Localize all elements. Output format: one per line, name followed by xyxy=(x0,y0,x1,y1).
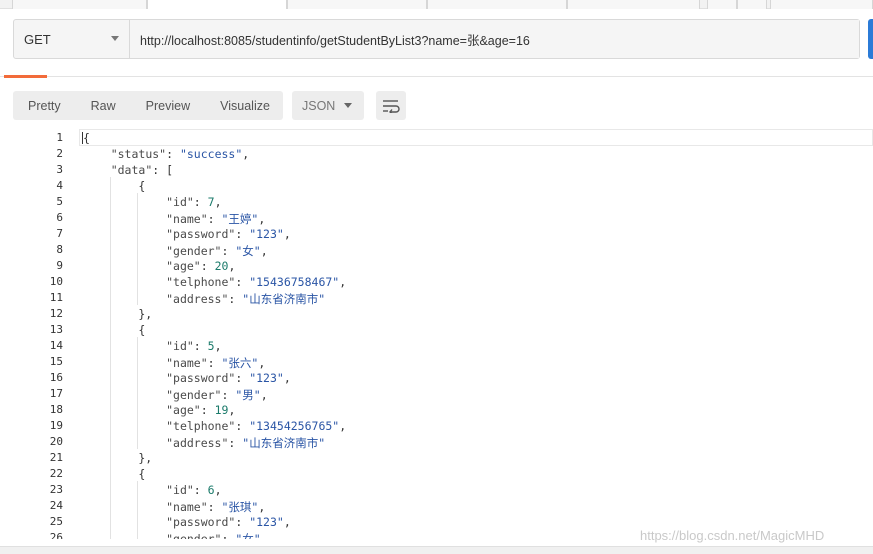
code-line: "name": "张六", xyxy=(166,356,266,370)
line-number: 17 xyxy=(49,387,63,400)
view-tab-preview[interactable]: Preview xyxy=(131,91,205,120)
code-line: "age": 19, xyxy=(166,403,236,417)
line-number: 11 xyxy=(49,291,63,304)
code-line: "address": "山东省济南市" xyxy=(166,436,326,450)
request-tab[interactable] xyxy=(707,0,737,9)
format-select[interactable]: JSON xyxy=(292,91,364,120)
code-line: }, xyxy=(83,451,153,465)
code-line: "password": "123", xyxy=(166,515,291,529)
code-line: "address": "山东省济南市" xyxy=(166,292,326,306)
request-tab[interactable] xyxy=(427,0,567,9)
line-number: 8 xyxy=(56,243,63,256)
line-number: 1 xyxy=(56,131,63,144)
request-tab[interactable] xyxy=(770,0,873,9)
code-line: "id": 7, xyxy=(166,195,222,209)
line-number: 26 xyxy=(49,531,63,539)
send-button[interactable] xyxy=(868,19,873,59)
code-line: "id": 5, xyxy=(166,339,222,353)
line-number: 3 xyxy=(56,163,63,176)
line-number: 19 xyxy=(49,419,63,432)
code-line: "gender": "男", xyxy=(166,388,268,402)
url-input[interactable]: http://localhost:8085/studentinfo/getStu… xyxy=(130,20,859,58)
line-number: 22 xyxy=(49,467,63,480)
request-tab[interactable] xyxy=(567,0,700,9)
code-line: "name": "王婷", xyxy=(166,212,266,226)
line-number: 23 xyxy=(49,483,63,496)
code-line: "telphone": "15436758467", xyxy=(166,275,347,289)
code-line: "telphone": "13454256765", xyxy=(166,419,347,433)
chevron-down-icon xyxy=(111,36,119,41)
code-line: "name": "张琪", xyxy=(166,500,266,514)
method-select[interactable]: GET xyxy=(14,20,130,58)
view-tab-visualize[interactable]: Visualize xyxy=(205,91,285,120)
code-line: "age": 20, xyxy=(166,259,236,273)
request-tab-active[interactable] xyxy=(147,0,287,9)
line-number: 20 xyxy=(49,435,63,448)
line-number: 25 xyxy=(49,515,63,528)
watermark: https://blog.csdn.net/MagicMHD xyxy=(640,528,825,543)
request-bar: GET http://localhost:8085/studentinfo/ge… xyxy=(13,19,860,59)
code-line: "password": "123", xyxy=(166,371,291,385)
active-section-indicator xyxy=(4,75,47,78)
line-number: 4 xyxy=(56,179,63,192)
code-line: "status": "success", xyxy=(110,147,250,161)
line-number: 16 xyxy=(49,371,63,384)
line-number: 10 xyxy=(49,275,63,288)
line-number: 13 xyxy=(49,323,63,336)
response-view-tabs: Pretty Raw Preview Visualize xyxy=(13,91,283,120)
line-number: 15 xyxy=(49,355,63,368)
line-number: 5 xyxy=(56,195,63,208)
request-tab[interactable] xyxy=(737,0,767,9)
view-tab-pretty[interactable]: Pretty xyxy=(13,91,76,120)
line-number: 7 xyxy=(56,227,63,240)
bottom-status-strip xyxy=(0,546,873,554)
wrap-lines-icon xyxy=(383,99,400,113)
request-tab[interactable] xyxy=(287,0,427,9)
line-number: 21 xyxy=(49,451,63,464)
line-number: 2 xyxy=(56,147,63,160)
line-number: 12 xyxy=(49,307,63,320)
code-line: { xyxy=(83,467,146,481)
request-tab[interactable] xyxy=(12,0,147,9)
line-number: 6 xyxy=(56,211,63,224)
current-line-highlight xyxy=(79,129,873,146)
code-line: "id": 6, xyxy=(166,483,222,497)
code-line: }, xyxy=(83,307,153,321)
view-tab-raw[interactable]: Raw xyxy=(76,91,131,120)
code-line: { xyxy=(83,323,146,337)
format-label: JSON xyxy=(302,98,336,113)
request-tab-strip xyxy=(0,0,873,9)
code-line: "gender": "女", xyxy=(166,532,268,539)
code-line: "gender": "女", xyxy=(166,244,268,258)
code-line: { xyxy=(83,131,90,145)
response-body-viewer[interactable]: 1{2 "status": "success", 3 "data": [4 {5 … xyxy=(13,129,873,539)
code-line: { xyxy=(83,179,146,193)
line-number: 9 xyxy=(56,259,63,272)
wrap-lines-button[interactable] xyxy=(376,91,406,120)
method-label: GET xyxy=(24,31,51,47)
line-number: 24 xyxy=(49,499,63,512)
code-line: "data": [ xyxy=(110,163,174,177)
section-divider xyxy=(0,76,873,77)
chevron-down-icon xyxy=(344,103,352,108)
code-line: "password": "123", xyxy=(166,227,291,241)
line-number: 18 xyxy=(49,403,63,416)
line-number: 14 xyxy=(49,339,63,352)
